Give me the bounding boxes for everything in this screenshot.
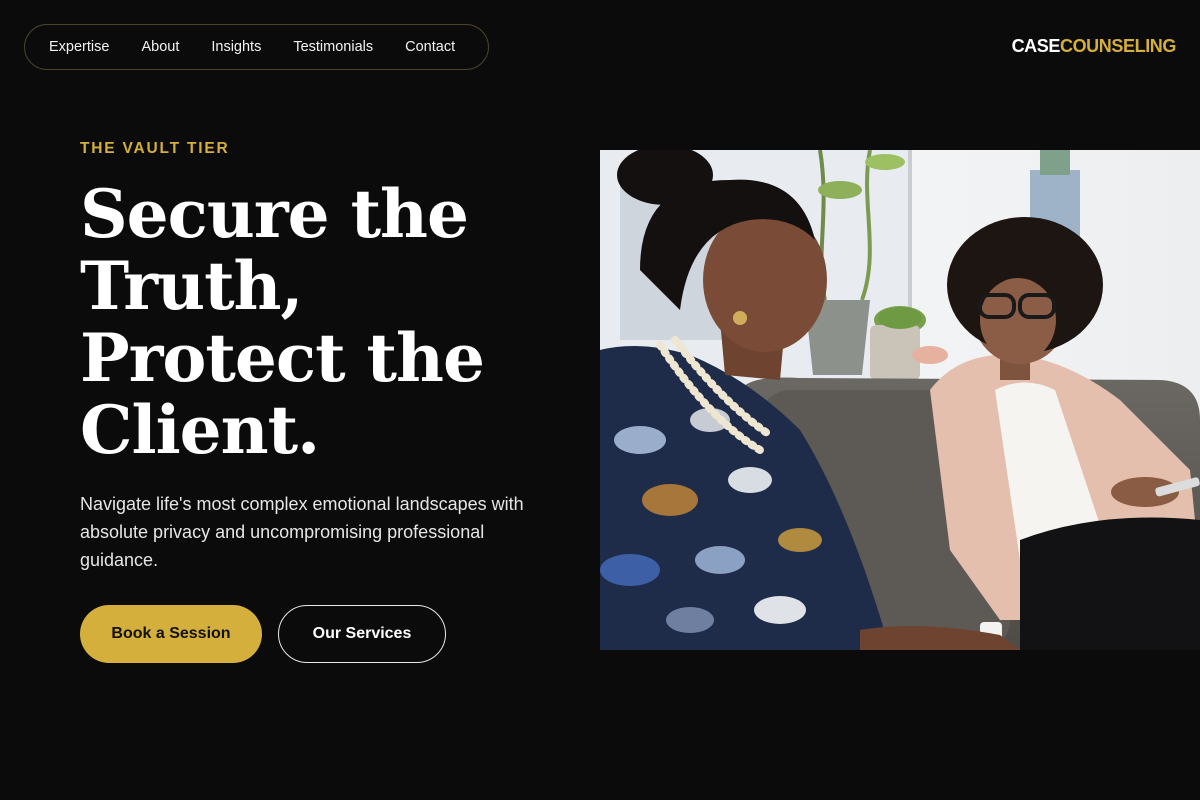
hero-headline: Secure the Truth, Protect the Client.: [80, 178, 550, 466]
logo-counseling: COUNSELING: [1059, 36, 1176, 56]
counseling-session-photo: [600, 150, 1200, 650]
nav-link-about[interactable]: About: [141, 39, 179, 55]
nav-link-insights[interactable]: Insights: [211, 39, 261, 55]
brand-logo[interactable]: CASECOUNSELING: [1011, 36, 1177, 57]
logo-case: CASE: [1011, 36, 1061, 56]
headline-line-2: Truth,: [80, 247, 304, 325]
hero-eyebrow: THE VAULT TIER: [80, 140, 230, 157]
nav-link-contact[interactable]: Contact: [405, 39, 455, 55]
main-nav: Expertise About Insights Testimonials Co…: [24, 24, 489, 70]
our-services-button[interactable]: Our Services: [278, 605, 446, 663]
book-session-button[interactable]: Book a Session: [80, 605, 262, 663]
nav-link-testimonials[interactable]: Testimonials: [293, 39, 373, 55]
nav-link-expertise[interactable]: Expertise: [49, 39, 109, 55]
hero-subtext: Navigate life's most complex emotional l…: [80, 494, 524, 570]
headline-line-3: Protect the: [80, 319, 485, 397]
headline-line-1: Secure the: [80, 175, 469, 253]
headline-line-4: Client.: [80, 391, 320, 469]
